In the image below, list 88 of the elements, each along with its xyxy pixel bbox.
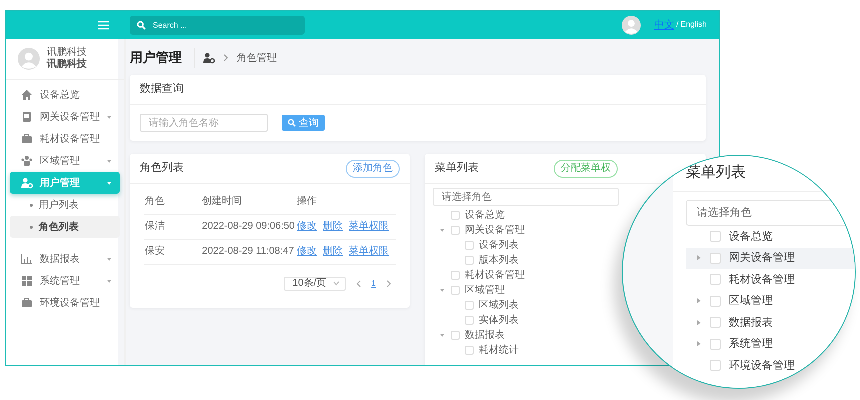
sidebar-item[interactable]: 系统管理 xyxy=(10,270,120,292)
tree-item[interactable]: 设备列表 xyxy=(479,238,519,253)
checkbox[interactable] xyxy=(451,331,460,340)
user-gear-icon xyxy=(203,52,215,64)
sidebar-item[interactable]: 设备总览 xyxy=(10,84,120,106)
search-field[interactable]: Search ... xyxy=(130,16,305,34)
card-title: 角色列表 xyxy=(140,161,184,176)
checkbox[interactable] xyxy=(710,296,721,307)
checkbox[interactable] xyxy=(465,316,474,325)
bullet-icon xyxy=(30,226,33,228)
tree-item[interactable]: 耗材统计 xyxy=(479,343,519,358)
users-icon xyxy=(21,155,33,167)
action-link[interactable]: 菜单权限 xyxy=(349,246,389,257)
add-role-button[interactable]: 添加角色 xyxy=(346,160,400,178)
column-header: 创建时间 xyxy=(201,190,296,214)
tree-item[interactable]: 耗材设备管理 xyxy=(465,268,525,283)
tree-item[interactable]: 设备总览 xyxy=(729,228,773,245)
tree-item[interactable]: 版本列表 xyxy=(479,253,519,268)
role-name-field[interactable]: 请输入角色名称 xyxy=(140,114,268,132)
sidebar-item[interactable]: 网关设备管理 xyxy=(10,106,120,128)
checkbox[interactable] xyxy=(465,256,474,265)
action-link[interactable]: 修改 xyxy=(297,221,317,232)
action-link[interactable]: 删除 xyxy=(323,221,343,232)
checkbox[interactable] xyxy=(465,301,474,310)
role-select-field[interactable]: 请选择角色 xyxy=(433,188,619,206)
language-separator: / xyxy=(676,19,679,31)
menu-icon xyxy=(98,20,109,30)
tree-item[interactable]: 区域列表 xyxy=(479,298,519,313)
checkbox[interactable] xyxy=(451,271,460,280)
checkbox[interactable] xyxy=(710,317,721,328)
chevron-down-icon xyxy=(332,281,340,286)
avatar-icon xyxy=(18,48,40,70)
checkbox[interactable] xyxy=(465,346,474,355)
search-icon xyxy=(288,119,296,127)
submenu-item[interactable]: 用户列表 xyxy=(10,194,120,216)
checkbox[interactable] xyxy=(465,241,474,250)
action-link[interactable]: 删除 xyxy=(323,246,343,257)
page-title: 用户管理 xyxy=(130,48,195,68)
table-cell: 保安 xyxy=(144,239,202,264)
grid-icon xyxy=(21,275,33,287)
tree-item[interactable]: 区域管理 xyxy=(465,283,505,298)
table-cell: 2022-08-29 09:06:50 xyxy=(201,214,296,239)
tree-item[interactable]: 网关设备管理 xyxy=(465,223,525,238)
table-cell: 保洁 xyxy=(144,214,202,239)
bar-chart-icon xyxy=(21,253,33,265)
briefcase-icon xyxy=(21,297,33,309)
tree-item[interactable]: 数据报表 xyxy=(465,328,505,343)
device-icon xyxy=(21,111,33,123)
home-icon xyxy=(21,89,33,101)
bullet-icon xyxy=(30,204,33,206)
tree-item[interactable]: 实体列表 xyxy=(479,313,519,328)
chevron-right-icon[interactable] xyxy=(386,280,392,288)
user-gear-icon xyxy=(21,177,33,189)
column-header: 操作 xyxy=(296,190,396,214)
column-header: 角色 xyxy=(144,190,202,214)
checkbox[interactable] xyxy=(710,252,721,264)
page-size-select[interactable]: 10条/页 xyxy=(284,276,346,290)
tree-item[interactable]: 系统管理 xyxy=(729,336,773,352)
page-number[interactable]: 1 xyxy=(372,278,376,290)
sidebar-item[interactable]: 数据报表 xyxy=(10,248,120,270)
breadcrumb-item: 角色管理 xyxy=(237,52,277,66)
action-link[interactable]: 修改 xyxy=(297,246,317,257)
chevron-left-icon[interactable] xyxy=(356,280,362,288)
tree-item[interactable]: 区域管理 xyxy=(729,293,773,310)
avatar-icon xyxy=(622,16,641,34)
checkbox[interactable] xyxy=(710,274,721,286)
action-link[interactable]: 菜单权限 xyxy=(349,221,389,232)
user-name: 讯鹏科技 xyxy=(47,47,87,58)
sidebar-item[interactable]: 环境设备管理 xyxy=(10,292,120,314)
tree-item[interactable]: 耗材设备管理 xyxy=(729,272,795,288)
submenu-item[interactable]: 角色列表 xyxy=(10,216,120,238)
tree-item[interactable]: 环境设备管理 xyxy=(729,358,795,374)
tree-item[interactable]: 数据报表 xyxy=(729,314,773,331)
card-title: 数据查询 xyxy=(140,82,184,98)
sidebar-item[interactable]: 耗材设备管理 xyxy=(10,128,120,150)
checkbox[interactable] xyxy=(451,286,460,295)
sidebar-item[interactable]: 区域管理 xyxy=(10,150,120,172)
table-cell: 2022-08-29 11:08:47 xyxy=(201,239,296,264)
chevron-right-icon xyxy=(223,54,229,62)
card-title: 菜单列表 xyxy=(435,161,479,176)
organization-name: 讯鹏科技 xyxy=(47,59,87,71)
tree-item[interactable]: 设备总览 xyxy=(465,208,505,223)
checkbox[interactable] xyxy=(451,211,460,220)
checkbox[interactable] xyxy=(451,226,460,235)
checkbox[interactable] xyxy=(710,338,721,350)
briefcase-icon xyxy=(21,133,33,145)
checkbox[interactable] xyxy=(710,360,721,372)
checkbox[interactable] xyxy=(710,231,721,242)
